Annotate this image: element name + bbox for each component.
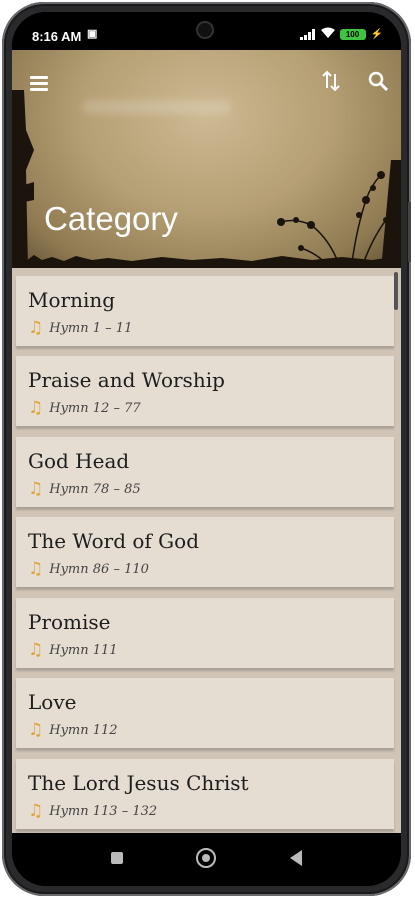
category-item-praise-and-worship[interactable]: Praise and Worship ♫ Hymn 12 – 77 [16, 356, 394, 426]
hymn-range: Hymn 86 – 110 [49, 562, 149, 577]
category-range: ♫ Hymn 12 – 77 [28, 400, 141, 417]
music-note-icon: ♫ [28, 479, 44, 499]
category-title: Praise and Worship [28, 368, 225, 392]
category-title: The Word of God [28, 529, 199, 553]
signal-icon [299, 28, 316, 40]
back-button[interactable] [290, 850, 302, 866]
search-icon[interactable] [367, 70, 389, 92]
music-note-icon: ♫ [28, 720, 44, 740]
category-item-lord-jesus-christ[interactable]: The Lord Jesus Christ ♫ Hymn 113 – 132 [16, 759, 394, 829]
wifi-icon [320, 27, 335, 41]
music-note-icon: ♫ [28, 801, 44, 821]
category-item-god-head[interactable]: God Head ♫ Hymn 78 – 85 [16, 437, 394, 507]
hymn-range: Hymn 113 – 132 [49, 804, 158, 819]
status-time: 8:16 AM [32, 29, 82, 44]
front-camera [198, 23, 212, 37]
category-item-love[interactable]: Love ♫ Hymn 112 [16, 678, 394, 748]
category-item-morning[interactable]: Morning ♫ Hymn 1 – 11 [16, 276, 394, 346]
page-title: Category [44, 200, 178, 237]
hymn-range: Hymn 78 – 85 [49, 482, 141, 497]
category-range: ♫ Hymn 86 – 110 [28, 561, 149, 578]
status-bar: 8:16 AM ▣ 100 ⚡ [12, 12, 401, 50]
recent-apps-button[interactable] [111, 852, 123, 864]
category-range: ♫ Hymn 111 [28, 642, 118, 659]
hymn-range: Hymn 112 [49, 723, 118, 738]
category-title: Promise [28, 610, 111, 634]
music-note-icon: ♫ [28, 318, 44, 338]
sim-icon: ▣ [87, 28, 98, 40]
music-note-icon: ♫ [28, 640, 44, 660]
category-range: ♫ Hymn 112 [28, 722, 118, 739]
category-item-word-of-god[interactable]: The Word of God ♫ Hymn 86 – 110 [16, 517, 394, 587]
hymn-range: Hymn 1 – 11 [49, 321, 133, 336]
category-title: God Head [28, 449, 130, 473]
app-header: Category [12, 50, 401, 268]
category-range: ♫ Hymn 78 – 85 [28, 481, 141, 498]
status-icons: 100 ⚡ [299, 27, 383, 41]
grass-silhouette [12, 255, 401, 268]
charging-icon: ⚡ [370, 28, 383, 40]
menu-icon[interactable] [30, 76, 48, 94]
screen: 8:16 AM ▣ 100 ⚡ Category Morning ♫ Hymn … [12, 12, 401, 886]
battery-icon: 100 [339, 28, 366, 40]
category-list[interactable]: Morning ♫ Hymn 1 – 11 Praise and Worship… [12, 268, 401, 833]
sort-icon[interactable] [322, 70, 340, 92]
sky-haze [82, 100, 232, 114]
category-title: Love [28, 690, 77, 714]
volume-button [408, 202, 411, 262]
home-button[interactable] [196, 848, 216, 868]
category-title: Morning [28, 288, 116, 312]
category-item-promise[interactable]: Promise ♫ Hymn 111 [16, 598, 394, 668]
phone-frame: 8:16 AM ▣ 100 ⚡ Category Morning ♫ Hymn … [2, 2, 411, 896]
music-note-icon: ♫ [28, 398, 44, 418]
hymn-range: Hymn 12 – 77 [49, 401, 141, 416]
category-range: ♫ Hymn 1 – 11 [28, 320, 132, 337]
tree-silhouette [12, 90, 34, 268]
category-title: The Lord Jesus Christ [28, 771, 249, 795]
hymn-range: Hymn 111 [49, 643, 118, 658]
scrollbar[interactable] [394, 272, 398, 310]
system-nav-bar [12, 833, 401, 886]
category-range: ♫ Hymn 113 – 132 [28, 803, 157, 820]
music-note-icon: ♫ [28, 559, 44, 579]
